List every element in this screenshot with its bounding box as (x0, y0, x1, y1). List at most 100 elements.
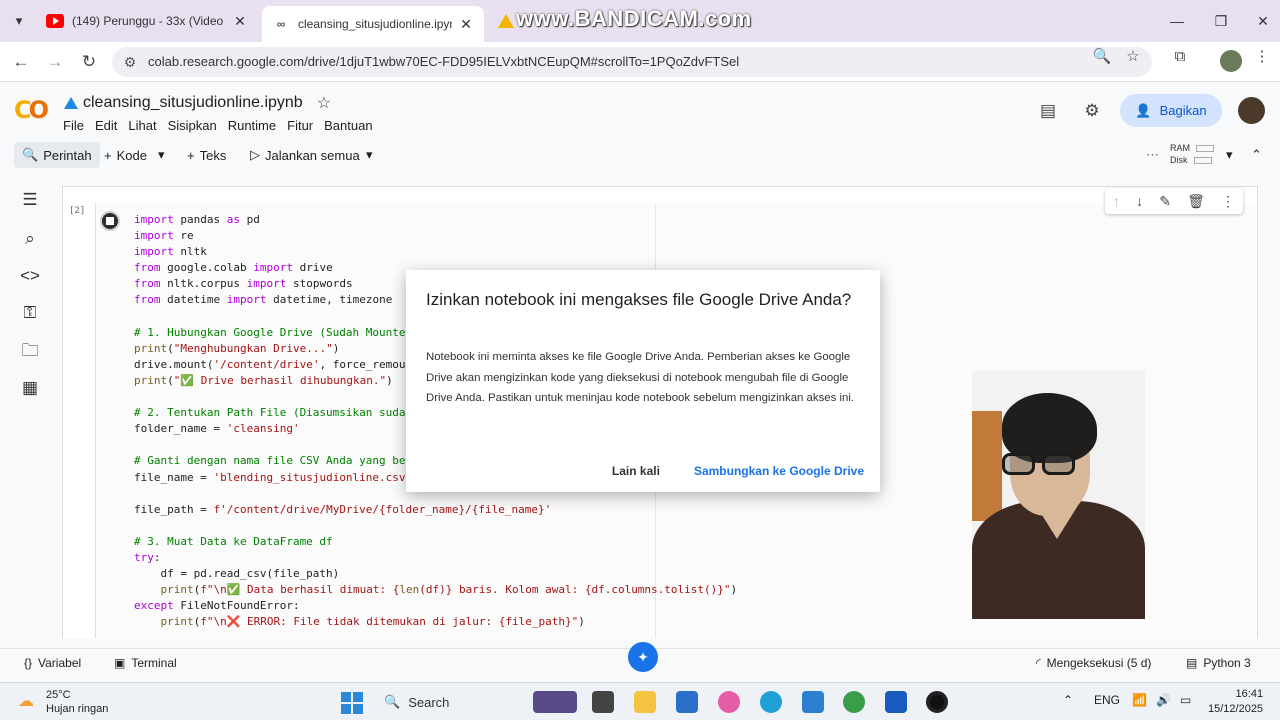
profile-avatar[interactable] (1220, 50, 1242, 72)
terminal-app-icon[interactable] (592, 691, 614, 713)
site-info-icon[interactable]: ⚙ (122, 52, 138, 72)
file-explorer-icon[interactable] (634, 691, 656, 713)
forward-icon[interactable]: → (42, 50, 68, 74)
wifi-icon[interactable]: 📶 (1132, 693, 1147, 707)
browser-menu-icon[interactable]: ⋮ (1252, 47, 1272, 67)
braces-icon: {} (24, 656, 33, 670)
tab-search-button[interactable]: ▾ (8, 10, 30, 32)
colab-header: CO cleansing_situsjudionline.ipynb ☆ Fil… (0, 83, 1280, 140)
run-all-button[interactable]: ▷ Jalankan semua (250, 144, 360, 166)
find-icon[interactable]: ⌕ (19, 228, 41, 250)
ram-disk-indicator[interactable]: RAM Disk (1170, 142, 1214, 166)
menu-runtime[interactable]: Runtime (228, 118, 276, 133)
temperature: 25°C (46, 689, 71, 701)
user-avatar[interactable] (1238, 97, 1265, 124)
url-text[interactable]: colab.research.google.com/drive/1djuT1wb… (148, 54, 739, 69)
reload-icon[interactable]: ↻ (76, 50, 102, 74)
notebook-title[interactable]: cleansing_situsjudionline.ipynb (83, 94, 303, 112)
add-code-button[interactable]: + Kode (104, 144, 147, 166)
chevron-down-icon: ▾ (366, 147, 373, 162)
search-icon: 🔍 (384, 694, 401, 709)
execution-status[interactable]: ◜ Mengeksekusi (5 d) (1036, 656, 1151, 670)
add-text-button[interactable]: + Teks (187, 144, 226, 166)
windows-taskbar: ☁ 25°C Hujan ringan 🔍 Search ⌃ ENG 📶 🔊 ▭… (0, 682, 1280, 720)
disk-bar (1193, 157, 1212, 165)
volume-icon[interactable]: 🔊 (1156, 693, 1171, 707)
files-folder-icon[interactable]: 🗀 (19, 340, 41, 362)
store-icon[interactable] (676, 691, 698, 713)
table-of-contents-icon[interactable]: ☰ (19, 189, 41, 211)
delete-icon[interactable]: 🗑 (1187, 193, 1205, 210)
code-line: # 3. Muat Data ke DataFrame df (134, 534, 333, 548)
edit-pencil-icon[interactable]: ✎ (1159, 193, 1171, 210)
menu-bar: File Edit Lihat Sisipkan Runtime Fitur B… (63, 118, 373, 133)
language-indicator[interactable]: ENG (1094, 693, 1120, 707)
weather-widget[interactable]: 25°C Hujan ringan (46, 688, 108, 716)
gemini-sparkle-icon[interactable]: ✦ (628, 642, 658, 672)
windows-start-icon[interactable] (341, 692, 363, 714)
chrome-icon[interactable] (843, 691, 865, 713)
maximize-icon[interactable]: ❐ (1206, 10, 1236, 32)
code-line: except FileNotFoundError: (134, 599, 300, 613)
connect-drive-button[interactable]: Sambungkan ke Google Drive (694, 464, 864, 478)
menu-file[interactable]: File (63, 118, 84, 133)
terminal-button[interactable]: ▣ Terminal (114, 656, 177, 670)
code-snippets-icon[interactable]: <> (19, 265, 41, 287)
menu-edit[interactable]: Edit (95, 118, 117, 133)
settings-gear-icon[interactable]: ⚙ (1081, 100, 1103, 122)
game-app-icon[interactable] (533, 691, 577, 713)
comments-icon[interactable]: ▤ (1037, 100, 1059, 122)
more-options-icon[interactable]: ⋮ (1221, 193, 1235, 210)
collapse-header-icon[interactable]: ⌃ (1251, 144, 1262, 166)
command-palette-button[interactable]: 🔍 Perintah (14, 142, 100, 168)
kernel-label: Python 3 (1203, 656, 1251, 670)
menu-view[interactable]: Lihat (128, 118, 156, 133)
taskbar-search[interactable]: 🔍 Search (378, 687, 518, 717)
people-icon: 👤 (1135, 102, 1152, 118)
tray-chevron-icon[interactable]: ⌃ (1063, 693, 1073, 707)
not-now-button[interactable]: Lain kali (612, 464, 660, 478)
data-table-icon[interactable]: ▦ (19, 377, 41, 399)
extensions-icon[interactable]: ⧉ (1170, 47, 1190, 67)
plus-icon: + (187, 147, 195, 163)
edge-icon[interactable] (760, 691, 782, 713)
close-icon[interactable]: ✕ (458, 16, 474, 33)
clock-time: 16:41 (1235, 688, 1264, 700)
menu-insert[interactable]: Sisipkan (168, 118, 217, 133)
system-clock[interactable]: 16:41 15/12/2025 (1208, 687, 1263, 717)
browser-tab-strip: ▾ (149) Perunggu - 33x (Video Li ✕ ∞ cle… (0, 0, 1280, 42)
share-button[interactable]: 👤 Bagikan (1120, 94, 1222, 127)
bookmark-star-icon[interactable]: ☆ (1123, 47, 1143, 67)
terminal-icon: ▣ (114, 656, 126, 670)
runtime-dropdown[interactable]: ▾ (1226, 144, 1233, 166)
kernel-indicator[interactable]: ▤ Python 3 (1186, 656, 1251, 670)
weather-icon[interactable]: ☁ (18, 691, 40, 710)
star-icon[interactable]: ☆ (317, 93, 331, 113)
copilot-icon[interactable] (718, 691, 740, 713)
recording-watermark: www.BANDICAM.com (516, 6, 752, 31)
word-icon[interactable] (885, 691, 907, 713)
notes-app-icon[interactable] (802, 691, 824, 713)
menu-help[interactable]: Bantuan (324, 118, 372, 133)
tab-youtube[interactable]: (149) Perunggu - 33x (Video Li ✕ (36, 6, 258, 36)
more-icon[interactable]: ⋯ (1146, 144, 1159, 166)
url-bar[interactable]: ⚙ colab.research.google.com/drive/1djuT1… (112, 47, 1152, 77)
menu-tools[interactable]: Fitur (287, 118, 313, 133)
record-icon[interactable] (926, 691, 948, 713)
run-all-dropdown[interactable]: ▾ (366, 144, 373, 166)
tab-colab[interactable]: ∞ cleansing_situsjudionline.ipynb ✕ (262, 6, 484, 42)
run-all-label: Jalankan semua (265, 147, 360, 163)
zoom-icon[interactable]: 🔍 (1092, 47, 1112, 67)
variables-button[interactable]: {} Variabel (24, 656, 81, 670)
minimize-icon[interactable]: — (1162, 10, 1192, 32)
close-icon[interactable]: ✕ (232, 13, 248, 30)
move-up-icon[interactable]: ↑ (1113, 193, 1120, 209)
stop-cell-button[interactable] (100, 211, 120, 231)
secrets-key-icon[interactable]: ⚿ (19, 302, 41, 324)
back-icon[interactable]: ← (8, 50, 34, 74)
add-code-dropdown[interactable]: ▾ (158, 144, 165, 166)
move-down-icon[interactable]: ↓ (1136, 193, 1143, 209)
colab-logo[interactable]: CO (14, 96, 49, 124)
battery-icon[interactable]: ▭ (1180, 693, 1191, 707)
close-window-icon[interactable]: ✕ (1248, 10, 1278, 32)
